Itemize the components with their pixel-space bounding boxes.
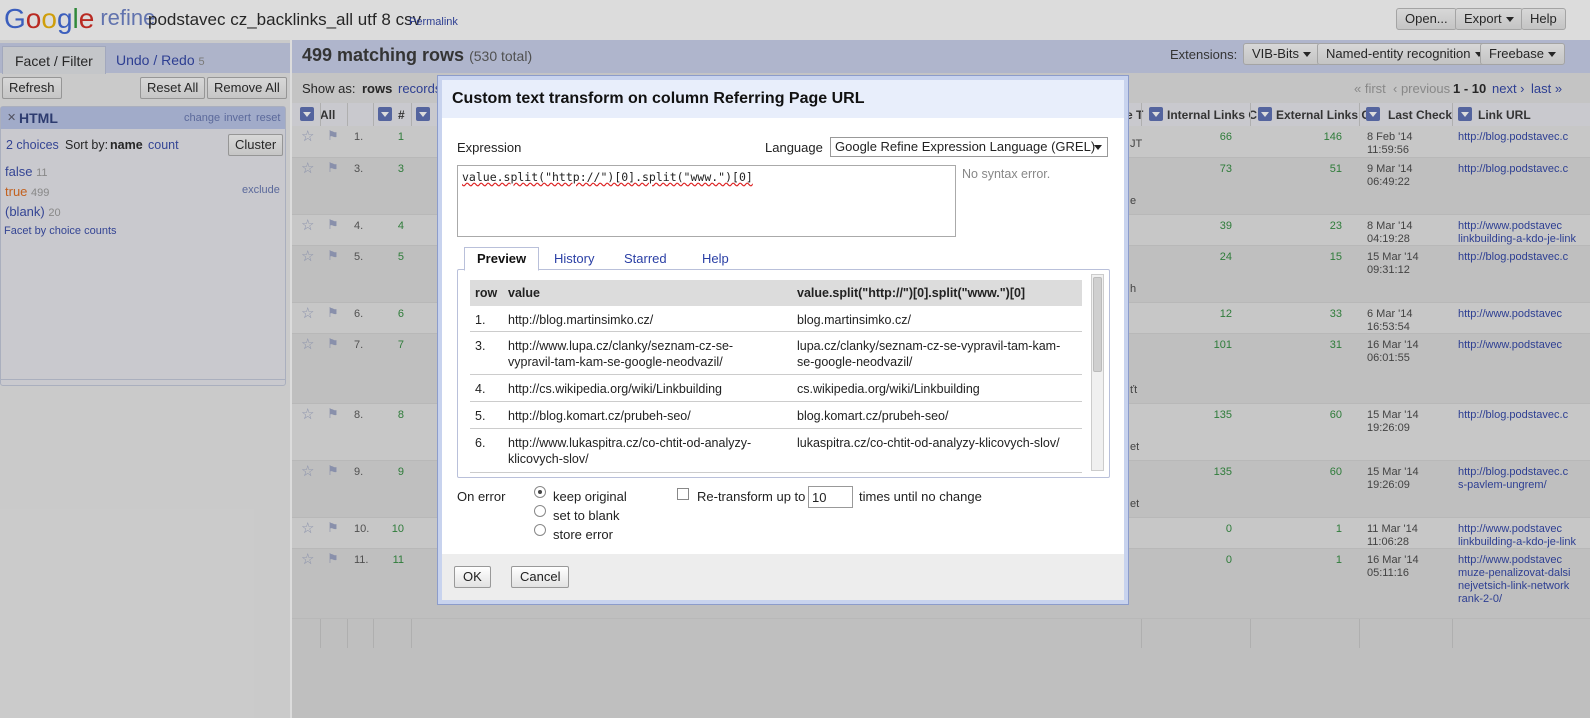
language-selected-value: Google Refine Expression Language (GREL) <box>835 139 1096 154</box>
tab-help[interactable]: Help <box>690 248 741 270</box>
dialog-header: Custom text transform on column Referrin… <box>442 80 1124 118</box>
retransform-label: Re-transform up to <box>697 489 806 504</box>
on-error-label: On error <box>457 489 506 504</box>
retransform-count-input[interactable]: 10 <box>808 486 853 508</box>
chevron-down-icon <box>1094 145 1102 150</box>
preview-result: se-google-neodvazil/ <box>797 355 913 369</box>
on-error-store-error-radio[interactable] <box>534 524 546 536</box>
preview-row-index: 6. <box>475 436 486 450</box>
preview-value: klicovych-slov/ <box>508 452 589 466</box>
custom-transform-dialog: Custom text transform on column Referrin… <box>437 75 1129 605</box>
language-select[interactable]: Google Refine Expression Language (GREL) <box>830 137 1108 157</box>
retransform-count-value: 10 <box>812 490 827 505</box>
on-error-keep-original-radio[interactable] <box>534 486 546 498</box>
syntax-status: No syntax error. <box>962 167 1051 181</box>
retransform-suffix: times until no change <box>859 489 982 504</box>
ok-label: OK <box>463 569 482 584</box>
tab-starred-label: Starred <box>624 251 667 266</box>
language-label: Language <box>765 140 823 155</box>
on-error-set-blank-radio[interactable] <box>534 505 546 517</box>
expression-text: value.split("http://")[0].split("www.")[… <box>462 170 753 184</box>
on-error-keep-original-label: keep original <box>553 489 627 504</box>
preview-row-index: 4. <box>475 382 486 396</box>
expression-textarea[interactable]: value.split("http://")[0].split("www.")[… <box>457 165 956 237</box>
tab-preview[interactable]: Preview <box>464 247 540 271</box>
preview-result: lupa.cz/clanky/seznam-cz-se-vypravil-tam… <box>797 339 1061 353</box>
dialog-body: Expression Language Google Refine Expres… <box>442 118 1124 554</box>
preview-tabs-panel: Preview History Starred Help row value v… <box>457 247 1110 478</box>
preview-header-row: row <box>475 286 498 300</box>
cancel-label: Cancel <box>520 569 561 584</box>
tab-help-label: Help <box>702 251 729 266</box>
preview-row-index: 3. <box>475 339 486 353</box>
tab-history-label: History <box>554 251 595 266</box>
preview-result: blog.martinsimko.cz/ <box>797 313 911 327</box>
preview-row-index: 1. <box>475 313 486 327</box>
preview-result: blog.komart.cz/prubeh-seo/ <box>797 409 949 423</box>
preview-row-index: 5. <box>475 409 486 423</box>
preview-result: cs.wikipedia.org/wiki/Linkbuilding <box>797 382 980 396</box>
preview-header-result: value.split("http://")[0].split("www.")[… <box>797 286 1026 300</box>
preview-value: http://www.lupa.cz/clanky/seznam-cz-se- <box>508 339 734 353</box>
on-error-store-error-label: store error <box>553 527 613 542</box>
preview-row: 6. http://www.lukaspitra.cz/co-chtit-od-a… <box>470 429 1082 473</box>
retransform-checkbox[interactable] <box>677 488 689 500</box>
expression-label: Expression <box>457 140 522 155</box>
preview-row: 1. http://blog.martinsimko.cz/blog.martin… <box>470 306 1082 332</box>
preview-table-header: row value value.split("http://")[0].spli… <box>470 280 1082 306</box>
dialog-title: Custom text transform on column Referrin… <box>452 90 865 107</box>
dialog-footer: OK Cancel <box>442 554 1124 600</box>
preview-row: 3. http://www.lupa.cz/clanky/seznam-cz-se… <box>470 332 1082 375</box>
preview-row: 5. http://blog.komart.cz/prubeh-seo/blog.… <box>470 402 1082 429</box>
preview-row: 4. http://cs.wikipedia.org/wiki/Linkbuild… <box>470 375 1082 402</box>
preview-value: http://blog.martinsimko.cz/ <box>508 313 654 327</box>
ok-button[interactable]: OK <box>454 566 491 588</box>
tab-history[interactable]: History <box>542 248 606 270</box>
preview-result: lukaspitra.cz/co-chtit-od-analyzy-klicov… <box>797 436 1060 450</box>
preview-value: http://www.lukaspitra.cz/co-chtit-od-ana… <box>508 436 752 450</box>
preview-scrollbar[interactable] <box>1091 274 1104 471</box>
scrollbar-thumb[interactable] <box>1093 277 1102 372</box>
on-error-set-blank-label: set to blank <box>553 508 620 523</box>
preview-value: http://blog.komart.cz/prubeh-seo/ <box>508 409 691 423</box>
cancel-button[interactable]: Cancel <box>511 566 570 588</box>
preview-header-value: value <box>508 286 540 300</box>
preview-value: http://cs.wikipedia.org/wiki/Linkbuildin… <box>508 382 722 396</box>
tab-starred[interactable]: Starred <box>612 248 679 270</box>
tab-preview-label: Preview <box>477 251 527 266</box>
preview-value: vypravil-tam-kam-se-google-neodvazil/ <box>508 355 723 369</box>
